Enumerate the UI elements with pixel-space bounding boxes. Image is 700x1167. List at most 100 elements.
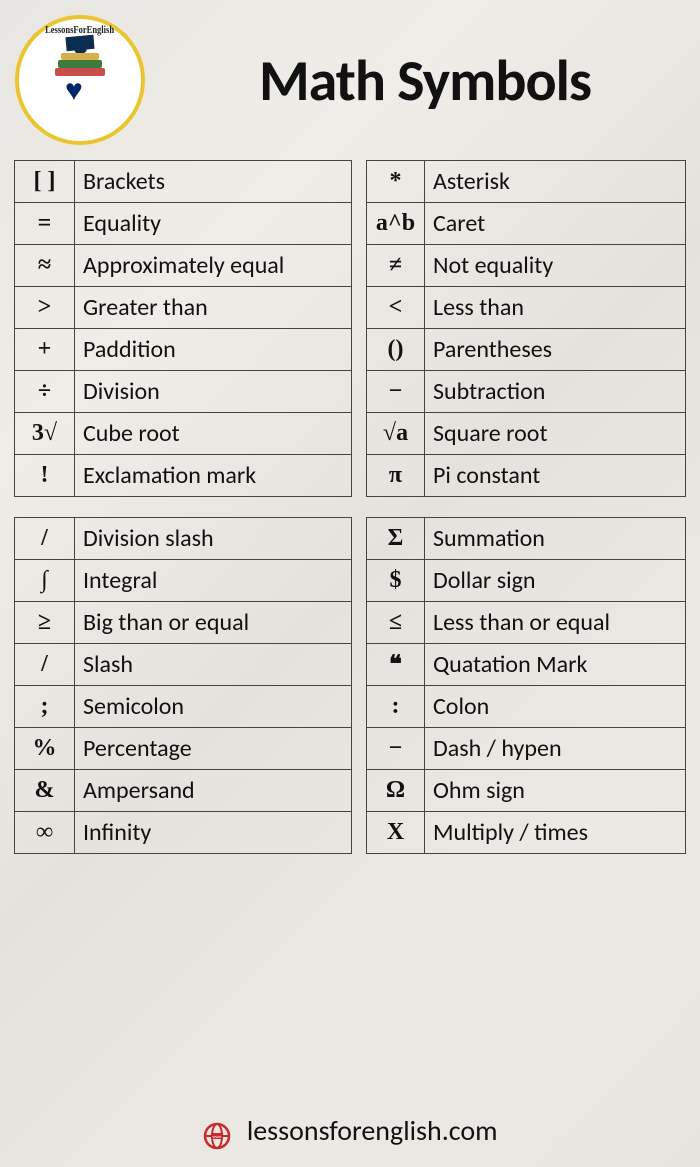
symbol-cell: ∫ — [15, 560, 75, 602]
table-row: ÷Division — [15, 371, 352, 413]
table-row: !Exclamation mark — [15, 455, 352, 497]
name-cell: Exclamation mark — [75, 455, 352, 497]
table-row: =Equality — [15, 203, 352, 245]
table-row: :Colon — [367, 686, 686, 728]
symbol-cell: = — [15, 203, 75, 245]
symbol-cell: Σ — [367, 518, 425, 560]
symbols-table-top-left: [ ]Brackets=Equality≈Approximately equal… — [14, 160, 352, 497]
header: LessonsForEnglish Math Symbols — [0, 0, 700, 160]
symbol-cell: + — [15, 329, 75, 371]
table-row: >Greater than — [15, 287, 352, 329]
name-cell: Square root — [425, 413, 686, 455]
symbol-cell: − — [367, 371, 425, 413]
table-row: &Ampersand — [15, 770, 352, 812]
globe-icon: www — [202, 1116, 232, 1151]
name-cell: Paddition — [75, 329, 352, 371]
symbol-cell: X — [367, 812, 425, 854]
site-logo: LessonsForEnglish — [15, 15, 145, 145]
name-cell: Caret — [425, 203, 686, 245]
symbol-cell: a^b — [367, 203, 425, 245]
symbol-cell: ≠ — [367, 245, 425, 287]
name-cell: Colon — [425, 686, 686, 728]
heart-flag-icon — [65, 82, 95, 110]
name-cell: Asterisk — [425, 161, 686, 203]
name-cell: Ohm sign — [425, 770, 686, 812]
name-cell: Dollar sign — [425, 560, 686, 602]
table-row: ∫Integral — [15, 560, 352, 602]
name-cell: Slash — [75, 644, 352, 686]
symbol-cell: − — [367, 728, 425, 770]
table-row: ()Parentheses — [367, 329, 686, 371]
table-row: ∞Infinity — [15, 812, 352, 854]
symbol-cell: < — [367, 287, 425, 329]
symbol-cell: [ ] — [15, 161, 75, 203]
symbol-cell: ∞ — [15, 812, 75, 854]
graduation-cap-icon — [65, 35, 94, 51]
name-cell: Cube root — [75, 413, 352, 455]
table-row: 3√Cube root — [15, 413, 352, 455]
name-cell: Big than or equal — [75, 602, 352, 644]
name-cell: Quatation Mark — [425, 644, 686, 686]
table-row: +Paddition — [15, 329, 352, 371]
name-cell: Infinity — [75, 812, 352, 854]
symbol-cell: ≤ — [367, 602, 425, 644]
symbol-cell: ! — [15, 455, 75, 497]
books-icon — [55, 48, 105, 76]
name-cell: Parentheses — [425, 329, 686, 371]
table-row: −Dash / hypen — [367, 728, 686, 770]
symbol-cell: √a — [367, 413, 425, 455]
table-row: a^bCaret — [367, 203, 686, 245]
table-row: $Dollar sign — [367, 560, 686, 602]
table-row: ≠Not equality — [367, 245, 686, 287]
name-cell: Not equality — [425, 245, 686, 287]
symbol-cell: > — [15, 287, 75, 329]
table-row: /Slash — [15, 644, 352, 686]
name-cell: Brackets — [75, 161, 352, 203]
name-cell: Multiply / times — [425, 812, 686, 854]
symbol-cell: / — [15, 518, 75, 560]
table-row: <Less than — [367, 287, 686, 329]
name-cell: Less than or equal — [425, 602, 686, 644]
symbol-cell: : — [367, 686, 425, 728]
symbol-cell: ≥ — [15, 602, 75, 644]
svg-text:www: www — [213, 1134, 222, 1139]
name-cell: Integral — [75, 560, 352, 602]
name-cell: Percentage — [75, 728, 352, 770]
name-cell: Division slash — [75, 518, 352, 560]
symbol-cell: π — [367, 455, 425, 497]
logo-text: LessonsForEnglish — [46, 25, 115, 36]
table-row: −Subtraction — [367, 371, 686, 413]
name-cell: Pi constant — [425, 455, 686, 497]
footer-url: lessonsforenglish.com — [247, 1113, 498, 1148]
table-row: ΩOhm sign — [367, 770, 686, 812]
symbols-table-bottom-right: ΣSummation$Dollar sign≤Less than or equa… — [366, 517, 686, 854]
table-row: √aSquare root — [367, 413, 686, 455]
page-title: Math Symbols — [170, 45, 680, 116]
name-cell: Equality — [75, 203, 352, 245]
symbol-cell: % — [15, 728, 75, 770]
name-cell: Dash / hypen — [425, 728, 686, 770]
table-row: ΣSummation — [367, 518, 686, 560]
table-row: πPi constant — [367, 455, 686, 497]
table-row: *Asterisk — [367, 161, 686, 203]
symbol-cell: ÷ — [15, 371, 75, 413]
symbol-cell: & — [15, 770, 75, 812]
table-row: ;Semicolon — [15, 686, 352, 728]
symbol-cell: () — [367, 329, 425, 371]
table-row: %Percentage — [15, 728, 352, 770]
symbol-cell: $ — [367, 560, 425, 602]
name-cell: Less than — [425, 287, 686, 329]
symbol-cell: 3√ — [15, 413, 75, 455]
name-cell: Semicolon — [75, 686, 352, 728]
symbol-cell: ≈ — [15, 245, 75, 287]
symbol-cell: Ω — [367, 770, 425, 812]
symbol-cell: ; — [15, 686, 75, 728]
table-row: ≥Big than or equal — [15, 602, 352, 644]
table-row: [ ]Brackets — [15, 161, 352, 203]
table-row: ≈Approximately equal — [15, 245, 352, 287]
symbol-cell: ❝ — [367, 644, 425, 686]
name-cell: Division — [75, 371, 352, 413]
table-row: XMultiply / times — [367, 812, 686, 854]
name-cell: Subtraction — [425, 371, 686, 413]
footer: www lessonsforenglish.com — [0, 1113, 700, 1151]
